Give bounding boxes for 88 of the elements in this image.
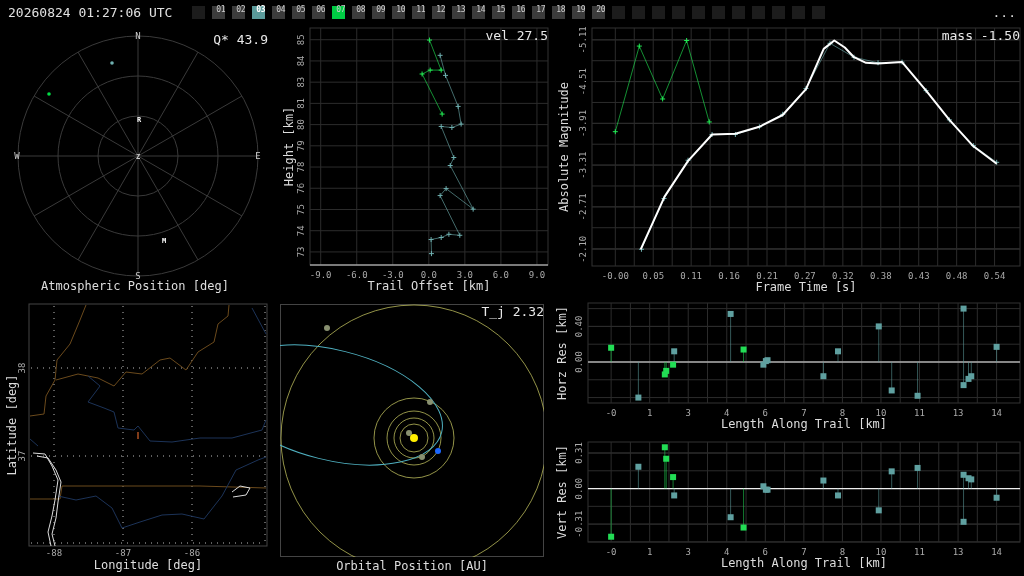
tick-label: 0.43 <box>907 271 930 281</box>
tick-label: 0.48 <box>945 271 968 281</box>
axis-title: Trail Offset [km] <box>367 279 491 293</box>
tick-label: 6.0 <box>492 270 510 280</box>
tick-label: 1 <box>646 547 653 557</box>
tick-label: 7 <box>801 408 807 418</box>
axis-title: Longitude [deg] <box>93 558 203 572</box>
tick-label: 75 <box>296 204 306 215</box>
tick-label: 10 <box>875 547 887 557</box>
tick-label: 3 <box>685 408 691 418</box>
tick-label: 8 <box>839 408 846 418</box>
tick-label: 0.11 <box>680 271 702 281</box>
tick-label: 74 <box>296 225 306 237</box>
tick-label: 0.38 <box>869 271 892 281</box>
tick-label: 83 <box>296 76 306 88</box>
tick-label: 14 <box>991 547 1002 557</box>
tick-label: -3.31 <box>578 151 588 179</box>
tick-label: 4 <box>724 547 730 557</box>
mass-readout: mass -1.50 <box>941 28 1020 43</box>
tick-label: -0 <box>605 547 617 557</box>
tick-label: -3.91 <box>578 109 588 137</box>
tick-label: -87 <box>114 548 132 558</box>
tick-label: 10 <box>875 408 887 418</box>
tick-label: 11 <box>914 408 925 418</box>
velocity-readout: vel 27.5 <box>485 28 548 43</box>
tick-label: -6.0 <box>345 270 368 280</box>
tick-label: 84 <box>296 55 306 67</box>
tick-label: -86 <box>183 548 201 558</box>
tick-label: 9.0 <box>528 270 546 280</box>
tick-label: 3.0 <box>456 270 473 280</box>
axis-title: Orbital Position [AU] <box>336 559 488 573</box>
quality-readout: Q* 43.9 <box>213 32 268 47</box>
axis-title: Length Along Trail [km] <box>720 556 888 570</box>
tick-label: 1 <box>646 408 653 418</box>
tick-label: 6 <box>762 547 769 557</box>
tick-label: 0.21 <box>756 271 778 281</box>
tick-label: 73 <box>296 246 306 258</box>
tick-label: -5.11 <box>578 26 588 54</box>
axis-title: Absolute Magnitude <box>557 82 571 212</box>
tick-label: 38 <box>17 362 27 374</box>
tick-label: 0.05 <box>642 271 665 281</box>
tick-label: 37 <box>17 450 27 462</box>
tick-label: -0 <box>605 408 617 418</box>
compass-label: S <box>135 271 141 281</box>
axis-title: Length Along Trail [km] <box>720 417 888 431</box>
compass-label: W <box>14 151 20 161</box>
tick-label: 0.40 <box>574 315 584 338</box>
tick-label: 78 <box>296 161 306 173</box>
compass-label: N <box>135 31 141 41</box>
tick-label: 85 <box>296 34 306 46</box>
tick-label: 11 <box>914 547 925 557</box>
tick-label: 13 <box>952 547 964 557</box>
tick-label: -9.0 <box>309 270 332 280</box>
timestamp: 20260824 01:27:06 UTC <box>8 4 174 20</box>
tick-label: 14 <box>991 408 1002 418</box>
tick-label: 0.00 <box>574 351 584 373</box>
tick-label: 8 <box>839 547 846 557</box>
tick-label: -4.51 <box>578 68 588 96</box>
tick-label: 7 <box>801 547 807 557</box>
tick-label: -2.71 <box>578 193 588 221</box>
tick-label: 0.54 <box>983 271 1006 281</box>
tick-label: 0.00 <box>574 477 584 500</box>
tick-label: -2.10 <box>578 235 588 263</box>
tick-label: 0.32 <box>832 271 854 281</box>
compass-label: E <box>255 151 261 161</box>
axis-title: Horz Res [km] <box>555 306 569 400</box>
tick-label: -88 <box>45 548 63 558</box>
tick-label: 13 <box>952 408 964 418</box>
tick-label: 0.31 <box>574 442 584 464</box>
tick-label: -0.31 <box>574 510 584 538</box>
tick-label: 0.27 <box>794 271 816 281</box>
tick-label: 0.0 <box>420 270 437 280</box>
axis-title: Height [km] <box>282 106 296 187</box>
tick-label: -0.00 <box>601 271 629 281</box>
axis-title: Frame Time [s] <box>755 280 857 294</box>
tick-label: 81 <box>296 97 306 109</box>
tick-label: 76 <box>296 182 306 194</box>
tick-label: 3 <box>685 547 691 557</box>
tick-label: 6 <box>762 408 769 418</box>
axis-title: Atmospheric Position [deg] <box>41 279 229 293</box>
tisserand-readout: T_j 2.32 <box>481 304 544 319</box>
tick-label: 80 <box>296 119 306 130</box>
tick-label: 0.16 <box>718 271 740 281</box>
tick-label: 4 <box>724 408 730 418</box>
tick-label: 79 <box>296 140 306 152</box>
axis-title: Latitude [deg] <box>5 374 19 476</box>
axis-title: Vert Res [km] <box>555 445 569 539</box>
tick-label: -3.0 <box>381 270 404 280</box>
